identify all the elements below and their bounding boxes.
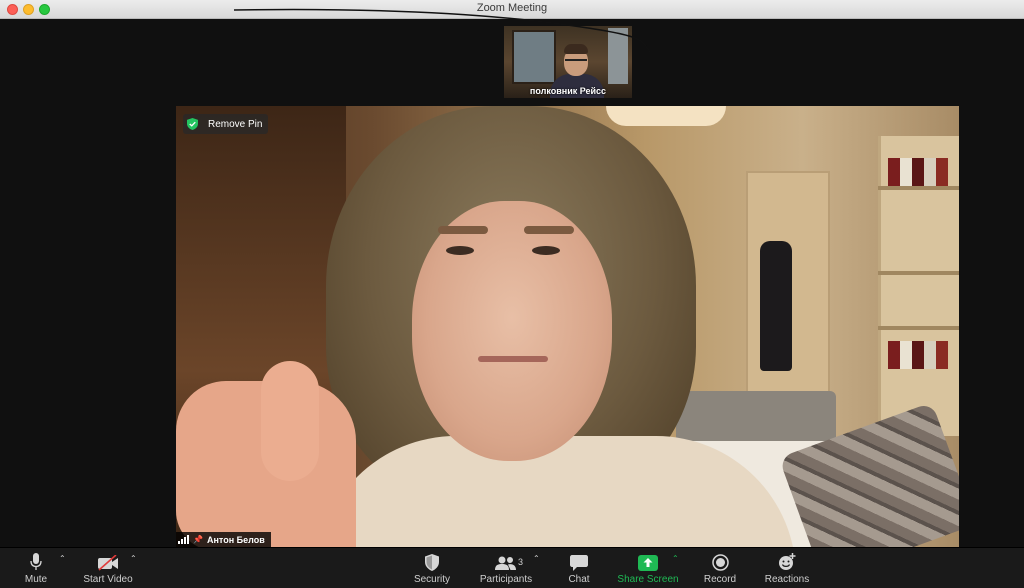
participant-thumbnail[interactable]: полковник Рейсс (504, 26, 632, 98)
participants-count: 3 (518, 557, 524, 567)
meeting-toolbar: Mute ⌃ Start Video ⌃ Security Participan… (0, 548, 1024, 588)
speaker-shirt (316, 436, 796, 547)
speaker-brow (438, 226, 488, 234)
microphone-icon (30, 553, 42, 570)
video-options-chevron-icon[interactable]: ⌃ (130, 554, 137, 563)
participants-label: Participants (479, 574, 533, 585)
security-button[interactable]: Security (410, 548, 454, 588)
share-screen-icon (638, 555, 658, 571)
thumbnail-background-window (608, 28, 628, 84)
video-background-coat (760, 241, 792, 371)
reactions-label: Reactions (764, 574, 810, 585)
share-screen-button[interactable]: Share Screen (616, 548, 680, 588)
video-background-lamp (606, 106, 726, 126)
video-off-icon (98, 555, 118, 571)
shelf-board (878, 186, 959, 190)
chat-label: Chat (568, 574, 590, 585)
emoji-add-icon (779, 553, 796, 570)
shelf-board (878, 271, 959, 275)
shelf-books (888, 158, 948, 186)
speaker-face (412, 201, 612, 461)
speaker-name-tag: 📌 Антон Белов (176, 532, 271, 547)
thumbnail-person-hair (564, 44, 588, 54)
shelf-board (878, 326, 959, 330)
mute-label: Mute (24, 574, 48, 585)
mute-button[interactable]: Mute (18, 548, 54, 588)
participants-button[interactable]: Participants (476, 548, 536, 588)
record-label: Record (703, 574, 737, 585)
shield-check-icon (187, 118, 198, 130)
pin-icon: 📌 (193, 535, 203, 544)
speaker-name: Антон Белов (206, 534, 265, 545)
window-title: Zoom Meeting (476, 2, 548, 14)
participants-options-chevron-icon[interactable]: ⌃ (533, 554, 540, 563)
speaker-mouth (478, 356, 548, 362)
speaker-pointing-finger (261, 361, 319, 481)
thumbnail-background (512, 30, 556, 84)
connection-signal-icon (178, 535, 190, 544)
speaker-eye (532, 246, 560, 255)
share-screen-label: Share Screen (617, 574, 679, 585)
speaker-eye (446, 246, 474, 255)
audio-options-chevron-icon[interactable]: ⌃ (59, 554, 66, 563)
pinned-video[interactable] (176, 106, 959, 547)
remove-pin-button[interactable]: Remove Pin (183, 114, 269, 134)
speaker-brow (524, 226, 574, 234)
thumbnail-person-glasses (565, 59, 587, 65)
chat-bubble-icon (570, 555, 588, 571)
title-bar: Zoom Meeting (0, 0, 1024, 19)
share-options-chevron-icon[interactable]: ⌃ (672, 554, 679, 563)
participants-icon (495, 556, 516, 570)
shelf-books (888, 341, 948, 369)
record-icon (711, 554, 729, 571)
start-video-label: Start Video (83, 574, 133, 585)
thumbnail-participant-name: полковник Рейсс (529, 86, 607, 96)
start-video-button[interactable]: Start Video (78, 548, 138, 588)
shield-icon (425, 554, 439, 571)
security-label: Security (413, 574, 451, 585)
reactions-button[interactable]: Reactions (760, 548, 814, 588)
record-button[interactable]: Record (700, 548, 740, 588)
remove-pin-label: Remove Pin (208, 118, 263, 130)
chat-button[interactable]: Chat (562, 548, 596, 588)
